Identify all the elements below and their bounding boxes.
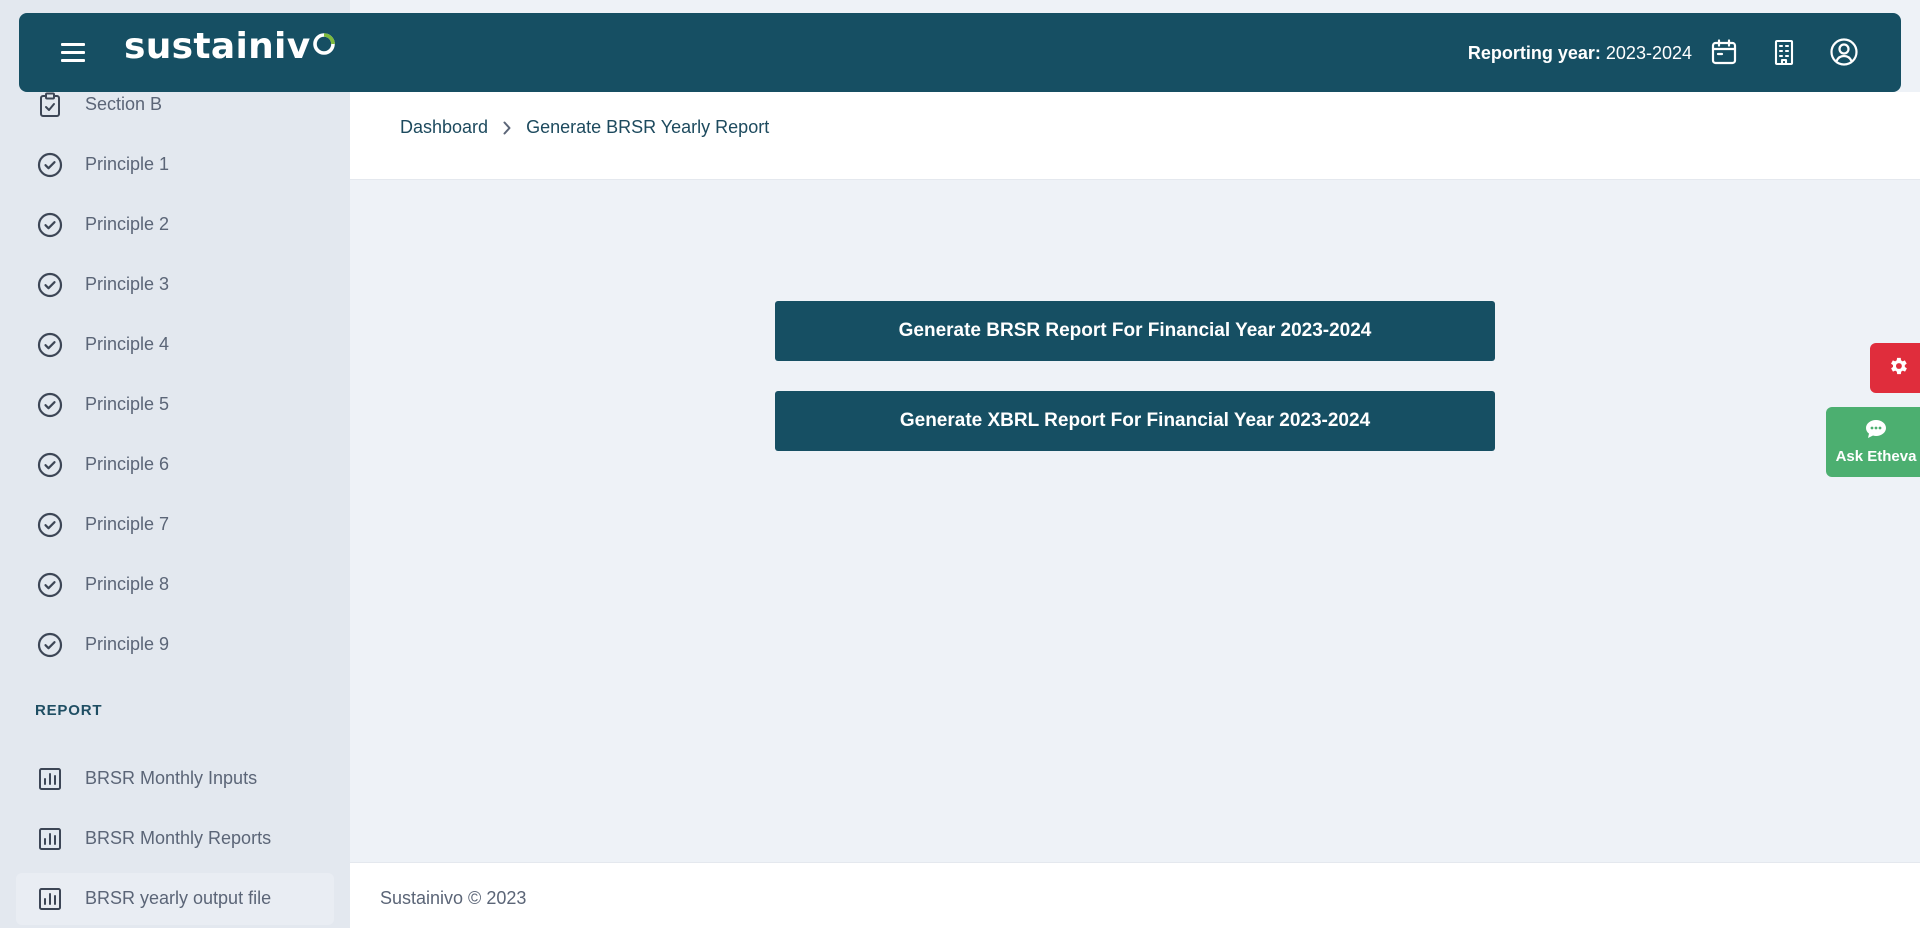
sidebar-item-principle-9[interactable]: Principle 9 bbox=[16, 619, 334, 671]
sidebar-item-principle-3[interactable]: Principle 3 bbox=[16, 259, 334, 311]
check-circle-icon bbox=[37, 512, 63, 538]
sidebar: Section B Principle 1 Principle 2 Princi… bbox=[0, 0, 350, 928]
sidebar-item-principle-5[interactable]: Principle 5 bbox=[16, 379, 334, 431]
generate-brsr-report-button[interactable]: Generate BRSR Report For Financial Year … bbox=[775, 301, 1495, 361]
breadcrumb-bar: Dashboard Generate BRSR Yearly Report bbox=[350, 92, 1920, 180]
check-circle-icon bbox=[37, 632, 63, 658]
brand-logo[interactable]: sustainiv o bbox=[124, 27, 336, 65]
user-account-icon[interactable] bbox=[1829, 37, 1859, 67]
chat-bubble-icon bbox=[1865, 419, 1887, 444]
generate-xbrl-report-button[interactable]: Generate XBRL Report For Financial Year … bbox=[775, 391, 1495, 451]
logo-text: sustainiv bbox=[124, 26, 311, 67]
ask-etheva-label: Ask Etheva bbox=[1835, 448, 1917, 465]
sidebar-item-label: Principle 4 bbox=[85, 334, 170, 354]
reporting-year-label: Reporting year: bbox=[1467, 43, 1601, 63]
ask-etheva-button[interactable]: Ask Etheva bbox=[1826, 407, 1920, 477]
footer-copyright: Sustainivo © 2023 bbox=[380, 888, 527, 908]
sidebar-item-brsr-monthly-inputs[interactable]: BRSR Monthly Inputs bbox=[16, 753, 334, 805]
sidebar-item-label: Principle 6 bbox=[85, 454, 170, 474]
logo-leaf-o bbox=[312, 27, 336, 63]
sidebar-item-label: Principle 8 bbox=[85, 574, 170, 594]
sidebar-item-label: Principle 7 bbox=[85, 514, 170, 534]
clipboard-check-icon bbox=[37, 92, 63, 118]
calendar-icon[interactable] bbox=[1709, 37, 1739, 67]
sidebar-item-principle-1[interactable]: Principle 1 bbox=[16, 139, 334, 191]
sidebar-item-label: BRSR yearly output file bbox=[85, 888, 272, 908]
breadcrumb: Dashboard Generate BRSR Yearly Report bbox=[400, 117, 769, 138]
breadcrumb-current: Generate BRSR Yearly Report bbox=[526, 117, 770, 137]
sidebar-item-label: Principle 2 bbox=[85, 214, 170, 234]
check-circle-icon bbox=[37, 152, 63, 178]
gear-icon bbox=[1887, 355, 1909, 382]
reporting-year: Reporting year: 2023-2024 bbox=[1468, 43, 1692, 64]
sidebar-item-label: Principle 9 bbox=[85, 634, 170, 654]
building-icon[interactable] bbox=[1769, 37, 1799, 67]
chevron-right-icon bbox=[502, 121, 512, 135]
sidebar-item-principle-7[interactable]: Principle 7 bbox=[16, 499, 334, 551]
sidebar-item-label: Principle 3 bbox=[85, 274, 170, 294]
bar-chart-icon bbox=[37, 886, 63, 912]
sidebar-section-heading-report: REPORT bbox=[35, 702, 103, 719]
sidebar-item-principle-8[interactable]: Principle 8 bbox=[16, 559, 334, 611]
footer: Sustainivo © 2023 bbox=[350, 862, 1920, 928]
top-header: sustainiv o Reporting year: 2023-2024 bbox=[19, 13, 1901, 92]
settings-button[interactable] bbox=[1870, 343, 1920, 393]
app-page: Section B Principle 1 Principle 2 Princi… bbox=[0, 0, 1920, 928]
check-circle-icon bbox=[37, 332, 63, 358]
check-circle-icon bbox=[37, 212, 63, 238]
check-circle-icon bbox=[37, 392, 63, 418]
hamburger-menu-icon[interactable] bbox=[61, 41, 86, 63]
bar-chart-icon bbox=[37, 766, 63, 792]
sidebar-item-label: BRSR Monthly Inputs bbox=[85, 768, 258, 788]
reporting-year-value: 2023-2024 bbox=[1605, 43, 1692, 63]
check-circle-icon bbox=[37, 452, 63, 478]
sidebar-item-label: Principle 5 bbox=[85, 394, 170, 414]
sidebar-item-principle-2[interactable]: Principle 2 bbox=[16, 199, 334, 251]
sidebar-item-principle-6[interactable]: Principle 6 bbox=[16, 439, 334, 491]
sidebar-item-label: Principle 1 bbox=[85, 154, 170, 174]
sidebar-item-brsr-monthly-reports[interactable]: BRSR Monthly Reports bbox=[16, 813, 334, 865]
check-circle-icon bbox=[37, 272, 63, 298]
check-circle-icon bbox=[37, 572, 63, 598]
sidebar-item-brsr-yearly-output-file[interactable]: BRSR yearly output file bbox=[16, 873, 334, 925]
sidebar-item-principle-4[interactable]: Principle 4 bbox=[16, 319, 334, 371]
bar-chart-icon bbox=[37, 826, 63, 852]
sidebar-item-label: BRSR Monthly Reports bbox=[85, 828, 272, 848]
breadcrumb-dashboard-link[interactable]: Dashboard bbox=[400, 117, 488, 138]
sidebar-item-label: Section B bbox=[85, 94, 163, 114]
